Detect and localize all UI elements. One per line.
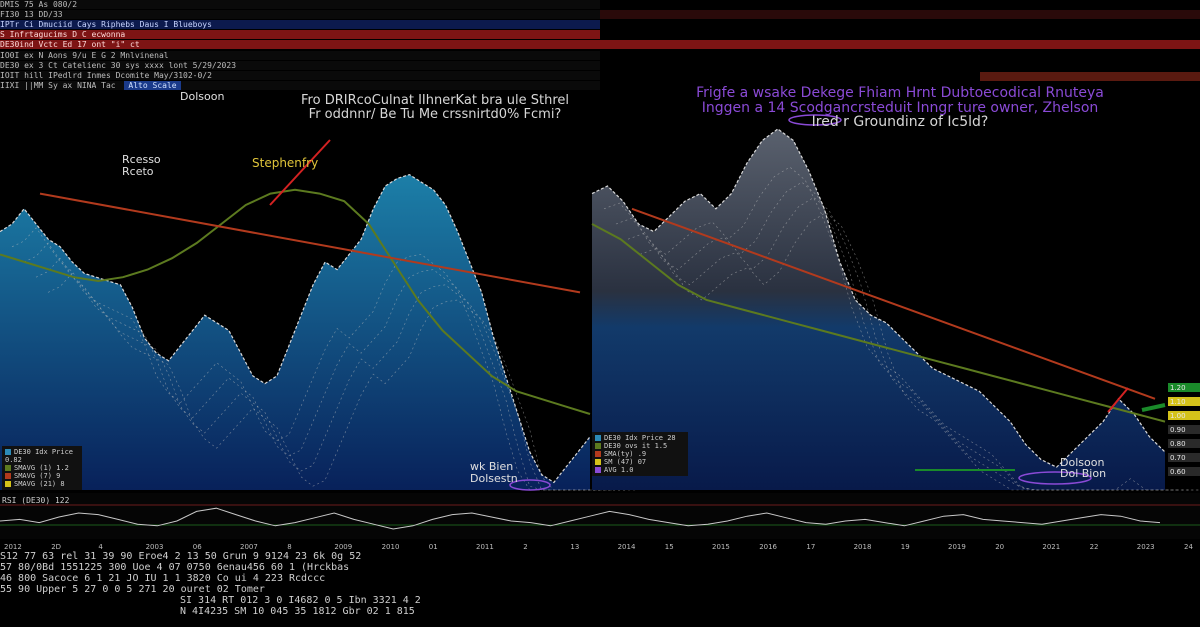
x-tick-label: 2009	[334, 543, 352, 551]
legend-label: SMAVG (1) 1.2	[14, 464, 69, 472]
chart-title-right: Frigfe a wsake Dekege Fhiam Hrnt Dubtoec…	[650, 86, 1150, 130]
highlight-label: Stephenfry	[252, 156, 319, 170]
x-tick-label: 2014	[618, 543, 636, 551]
legend-swatch	[5, 473, 11, 479]
x-tick-label: 06	[193, 543, 202, 551]
y-tick-label: 1.20	[1170, 384, 1186, 392]
y-tick-label: 0.90	[1170, 426, 1186, 434]
x-tick-label: 19	[901, 543, 910, 551]
title-right-line2: Inggen a 14 Scodgancrsteduit Inngr ture …	[701, 99, 1099, 116]
legend-label: SMAVG (7) 9	[14, 472, 61, 480]
legend-entry: SMAVG (7) 9	[5, 472, 79, 480]
y-tick-label: 0.80	[1170, 440, 1186, 448]
y-tick-label: 1.10	[1170, 398, 1186, 406]
x-tick-label: 13	[570, 543, 579, 551]
annotation-label: Dolsoon	[180, 90, 224, 103]
x-axis: 2012 2D 4 2003 06 2007 8 2009 2010 01 2011 2 13 2014 1…	[0, 540, 1200, 551]
legend-entry: SM (47) 07	[595, 458, 685, 466]
footer-line-3: 46 800 Sacoce 6 1 21 JO IU 1 1 3820 Co u…	[0, 573, 326, 584]
legend-left: DE30 Idx Price 0.82 SMAVG (1) 1.2 SMAVG (7…	[2, 446, 82, 490]
title-right-line3: Ired r Groundinz of Ic5ld?	[811, 114, 989, 131]
title-left-text: Fro DRIRcoCulnat IIhnerKat bra ule Sthre…	[301, 93, 569, 122]
legend-label: DE30 Idx Price 0.82	[5, 448, 74, 464]
y-axis: 1.20 1.10 1.00 0.90 0.80 0.70 0.60	[1168, 383, 1200, 476]
x-tick-label: 2	[523, 543, 527, 551]
legend-swatch	[5, 481, 11, 487]
legend-entry: AVG 1.0	[595, 466, 685, 474]
footer-line-2: 57 80/0Bd 1551225 300 Uoe 4 07 0750 6ena…	[0, 562, 350, 573]
footer-stats: S12 77 63 rel 31 39 90 Eroe4 2 13 50 Gru…	[0, 551, 1200, 627]
legend-swatch	[595, 467, 601, 473]
x-tick-label: 2023	[1137, 543, 1155, 551]
y-tick-label: 1.00	[1170, 412, 1186, 420]
x-axis-background	[0, 540, 1200, 551]
legend-label: AVG 1.0	[604, 466, 634, 474]
left-price-area	[0, 174, 590, 490]
footer-line-4: 55 90 Upper 5 27 0 0 5 271 20 ouret 02 T…	[0, 584, 265, 595]
x-tick-label: 22	[1090, 543, 1099, 551]
legend-entry: SMAVG (1) 1.2	[5, 464, 79, 472]
rsi-label: RSI (DE30) 122	[2, 496, 70, 505]
legend-swatch	[5, 449, 11, 455]
x-tick-label: 2003	[146, 543, 164, 551]
y-tick-label: 0.60	[1170, 468, 1186, 476]
chart-title-left: Fro DRIRcoCulnat IIhnerKat bra ule Sthre…	[300, 94, 570, 121]
x-tick-label: 2021	[1042, 543, 1060, 551]
x-tick-label: 8	[287, 543, 291, 551]
footer-line-6: N 4I4235 SM 10 045 35 1812 Gbr 02 1 815	[180, 606, 415, 617]
legend-label: DE30 ovs it 1.5	[604, 442, 668, 450]
x-tick-label: 2015	[712, 543, 730, 551]
legend-entry: DE30 Idx Price 0.82	[5, 448, 79, 464]
x-tick-label: 2016	[759, 543, 777, 551]
legend-swatch	[595, 451, 601, 457]
annotation-label: Dol Bion	[1060, 467, 1106, 480]
annotation-label: Rceto	[122, 165, 154, 178]
legend-swatch	[595, 435, 601, 441]
terminal-window: DMIS 75 As 080/2 FI30 13 DD/33 IPTr Ci D…	[0, 0, 1200, 627]
x-tick-label: 2012	[4, 543, 22, 551]
x-tick-label: 2010	[382, 543, 400, 551]
legend-label: SMAVG (21) 8	[14, 480, 65, 488]
rsi-background	[0, 493, 1200, 539]
y-tick-label: 0.70	[1170, 454, 1186, 462]
legend-swatch	[595, 459, 601, 465]
red-arrow-left	[269, 139, 331, 206]
title-right-line1: Frigfe a wsake Dekege Fhiam Hrnt Dubtoec…	[696, 85, 1104, 101]
x-tick-label: 15	[665, 543, 674, 551]
x-tick-label: 2D	[51, 543, 61, 551]
legend-swatch	[595, 443, 601, 449]
legend-entry: SMA(ty) .9	[595, 450, 685, 458]
legend-swatch	[5, 465, 11, 471]
x-tick-label: 20	[995, 543, 1004, 551]
x-tick-label: 2019	[948, 543, 966, 551]
x-tick-label: 24	[1184, 543, 1193, 551]
legend-entry: SMAVG (21) 8	[5, 480, 79, 488]
legend-entry: DE30 Idx Price 28	[595, 434, 685, 442]
footer-line-1: S12 77 63 rel 31 39 90 Eroe4 2 13 50 Gru…	[0, 551, 362, 562]
x-tick-label: 2018	[854, 543, 872, 551]
x-tick-label: 17	[806, 543, 815, 551]
x-tick-label: 4	[98, 543, 103, 551]
x-tick-label: 01	[429, 543, 438, 551]
legend-label: SMA(ty) .9	[604, 450, 647, 458]
left-panel	[0, 173, 638, 491]
legend-label: DE30 Idx Price 28	[604, 434, 676, 442]
legend-entry: DE30 ovs it 1.5	[595, 442, 685, 450]
footer-line-5: SI 314 RT 012 3 0 I4682 0 5 Ibn 3321 4 2	[180, 595, 421, 606]
green-bar-right	[1141, 403, 1166, 412]
annotation-label: Dolsestn	[470, 472, 518, 485]
legend-right: DE30 Idx Price 28 DE30 ovs it 1.5 SMA(ty) …	[592, 432, 688, 476]
legend-label: SM (47) 07	[604, 458, 647, 466]
x-tick-label: 2011	[476, 543, 494, 551]
x-tick-label: 2007	[240, 543, 258, 551]
rsi-panel	[0, 493, 1200, 539]
